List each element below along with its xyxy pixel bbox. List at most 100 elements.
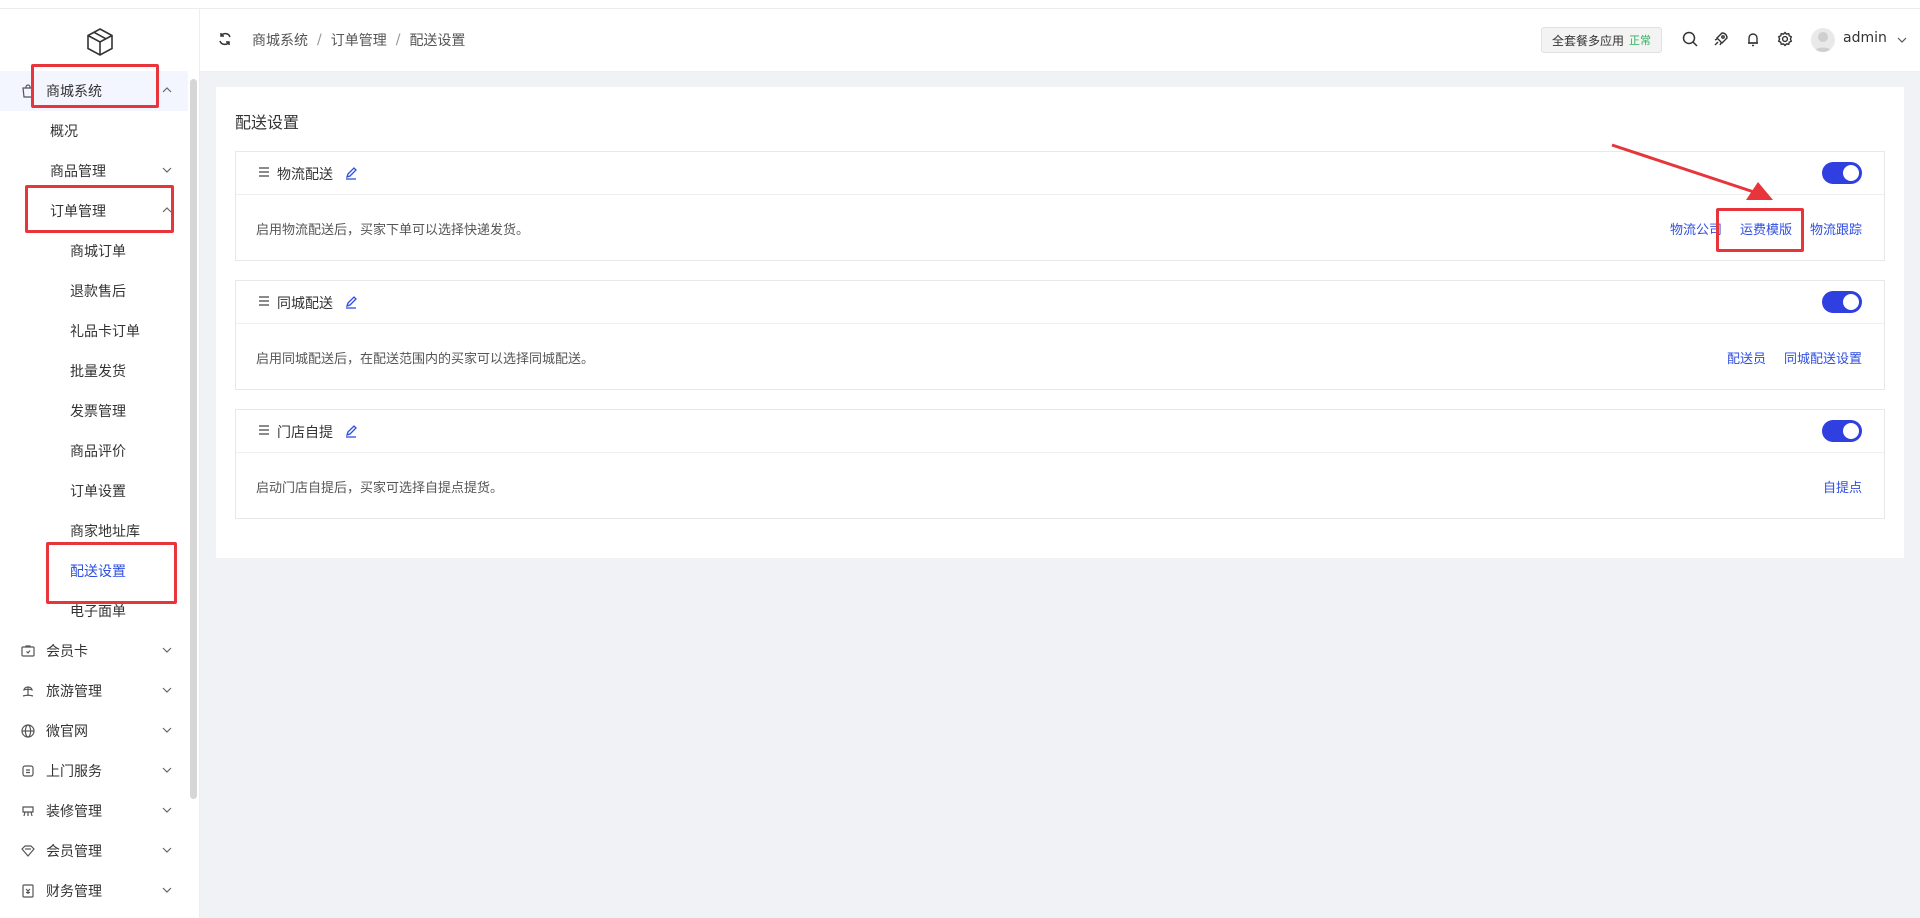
- sidebar-item-label: 旅游管理: [46, 684, 102, 700]
- sidebar-item-home-service[interactable]: 上门服务: [0, 751, 188, 791]
- link-couriers[interactable]: 配送员: [1727, 348, 1766, 367]
- sidebar-item-label: 配送设置: [70, 564, 126, 580]
- breadcrumb: 商城系统 / 订单管理 / 配送设置: [252, 30, 465, 50]
- card-title: 物流配送: [277, 167, 333, 183]
- package-badge[interactable]: 全套餐多应用 正常: [1541, 27, 1663, 53]
- delivery-card-same-city: 同城配送 启用同城配送后，在配送范围内的买家可以选择同城配送。 配送员 同城配送…: [235, 280, 1885, 390]
- sidebar-item-delivery-settings[interactable]: 配送设置: [0, 551, 188, 591]
- logo-cube-icon: [87, 28, 113, 56]
- bag-icon: [22, 84, 34, 98]
- link-pickup-points[interactable]: 自提点: [1823, 477, 1862, 496]
- sidebar-item-label: 订单管理: [50, 204, 106, 220]
- same-city-toggle[interactable]: [1822, 291, 1862, 313]
- sidebar-scrollbar[interactable]: [190, 79, 197, 799]
- sidebar-item-micro-website[interactable]: 微官网: [0, 711, 188, 751]
- sidebar-item-label: 订单设置: [70, 484, 126, 500]
- sidebar-item-label: 上门服务: [46, 764, 102, 780]
- bell-icon[interactable]: [1744, 30, 1762, 48]
- toggle-knob: [1843, 423, 1859, 439]
- edit-pencil-icon[interactable]: [343, 423, 359, 439]
- refresh-icon[interactable]: [217, 31, 233, 47]
- chevron-up-icon: [162, 207, 172, 213]
- breadcrumb-item-delivery-settings: 配送设置: [409, 33, 466, 49]
- sidebar-item-order-settings[interactable]: 订单设置: [0, 471, 188, 511]
- finance-icon: [22, 884, 34, 898]
- card-description: 启用同城配送后，在配送范围内的买家可以选择同城配送。: [256, 352, 595, 367]
- chevron-down-icon: [162, 807, 172, 813]
- card-links: 物流公司 运费模版 物流跟踪: [1670, 219, 1862, 238]
- sidebar: 商城系统 概况 商品管理 订单管理 商城订单 退款售后 礼品卡订单 批量发货 发…: [0, 9, 200, 918]
- link-same-city-settings[interactable]: 同城配送设置: [1784, 348, 1862, 367]
- package-status: 正常: [1629, 34, 1652, 47]
- sidebar-item-membership-card[interactable]: 会员卡: [0, 631, 188, 671]
- sidebar-item-e-waybill[interactable]: 电子面单: [0, 591, 188, 631]
- delivery-card-logistics: 物流配送 启用物流配送后，买家下单可以选择快递发货。 物流公司 运费模版 物流跟…: [235, 151, 1885, 261]
- page-title: 配送设置: [235, 113, 300, 132]
- sidebar-item-order-management[interactable]: 订单管理: [0, 191, 188, 231]
- link-shipping-template[interactable]: 运费模版: [1740, 219, 1792, 238]
- chevron-down-icon: [162, 847, 172, 853]
- top-header: 商城系统 / 订单管理 / 配送设置 全套餐多应用 正常 admin: [200, 9, 1920, 72]
- sidebar-item-gift-card-orders[interactable]: 礼品卡订单: [0, 311, 188, 351]
- breadcrumb-item-order-management[interactable]: 订单管理: [331, 30, 387, 50]
- sidebar-item-label: 装修管理: [46, 804, 102, 820]
- search-icon[interactable]: [1681, 30, 1699, 48]
- card-links: 自提点: [1823, 477, 1862, 496]
- globe-icon: [21, 724, 35, 738]
- sidebar-item-batch-shipping[interactable]: 批量发货: [0, 351, 188, 391]
- chevron-up-icon: [162, 87, 172, 93]
- sidebar-item-label: 批量发货: [70, 364, 126, 380]
- card-header: 门店自提: [236, 410, 1884, 453]
- card-description: 启动门店自提后，买家可选择自提点提货。: [256, 481, 504, 496]
- link-logistics-tracking[interactable]: 物流跟踪: [1810, 219, 1862, 238]
- sidebar-item-label: 商城订单: [70, 244, 126, 260]
- user-avatar-icon: [1814, 32, 1832, 52]
- edit-pencil-icon[interactable]: [343, 294, 359, 310]
- breadcrumb-separator: /: [395, 32, 401, 48]
- sidebar-item-label: 商城系统: [46, 84, 102, 100]
- logistics-toggle[interactable]: [1822, 162, 1862, 184]
- drag-handle-icon[interactable]: [258, 296, 270, 306]
- sidebar-item-decoration-management[interactable]: 装修管理: [0, 791, 188, 831]
- username[interactable]: admin: [1843, 30, 1887, 46]
- sidebar-item-label: 退款售后: [70, 284, 126, 300]
- chevron-down-icon: [162, 767, 172, 773]
- card-title: 门店自提: [277, 425, 333, 441]
- sidebar-item-product-reviews[interactable]: 商品评价: [0, 431, 188, 471]
- breadcrumb-item-mall-system[interactable]: 商城系统: [252, 30, 308, 50]
- travel-icon: [22, 686, 34, 697]
- avatar[interactable]: [1811, 28, 1835, 52]
- sidebar-item-travel-management[interactable]: 旅游管理: [0, 671, 188, 711]
- drag-handle-icon[interactable]: [258, 425, 270, 435]
- link-logistics-company[interactable]: 物流公司: [1670, 219, 1722, 238]
- sidebar-item-refunds[interactable]: 退款售后: [0, 271, 188, 311]
- sidebar-item-mall-orders[interactable]: 商城订单: [0, 231, 188, 271]
- edit-pencil-icon[interactable]: [343, 165, 359, 181]
- chevron-down-icon: [162, 167, 172, 173]
- delivery-card-store-pickup: 门店自提 启动门店自提后，买家可选择自提点提货。 自提点: [235, 409, 1885, 519]
- sidebar-item-label: 会员卡: [46, 644, 88, 660]
- sidebar-item-merchant-address[interactable]: 商家地址库: [0, 511, 188, 551]
- chevron-down-icon: [162, 887, 172, 893]
- breadcrumb-separator: /: [317, 32, 322, 48]
- member-icon: [21, 845, 35, 857]
- sidebar-item-label: 财务管理: [46, 884, 102, 900]
- card-links: 配送员 同城配送设置: [1727, 348, 1862, 367]
- chevron-down-icon: [162, 727, 172, 733]
- sidebar-item-mall-system[interactable]: 商城系统: [0, 71, 188, 111]
- rocket-icon[interactable]: [1712, 30, 1730, 48]
- gear-icon[interactable]: [1776, 30, 1794, 48]
- chevron-down-icon[interactable]: [1897, 35, 1907, 45]
- content-panel: 配送设置 物流配送 启用物流配送后，买家下单可以选择快递发货。 物流公司 运费模…: [216, 87, 1904, 558]
- sidebar-item-member-management[interactable]: 会员管理: [0, 831, 188, 871]
- toggle-knob: [1843, 294, 1859, 310]
- drag-handle-icon[interactable]: [258, 167, 270, 177]
- sidebar-item-invoice-management[interactable]: 发票管理: [0, 391, 188, 431]
- card-header: 同城配送: [236, 281, 1884, 324]
- sidebar-item-overview[interactable]: 概况: [0, 111, 188, 151]
- sidebar-item-label: 发票管理: [70, 404, 126, 420]
- sidebar-item-label: 微官网: [46, 724, 88, 740]
- sidebar-item-product-management[interactable]: 商品管理: [0, 151, 188, 191]
- sidebar-item-finance-management[interactable]: 财务管理: [0, 871, 188, 911]
- store-pickup-toggle[interactable]: [1822, 420, 1862, 442]
